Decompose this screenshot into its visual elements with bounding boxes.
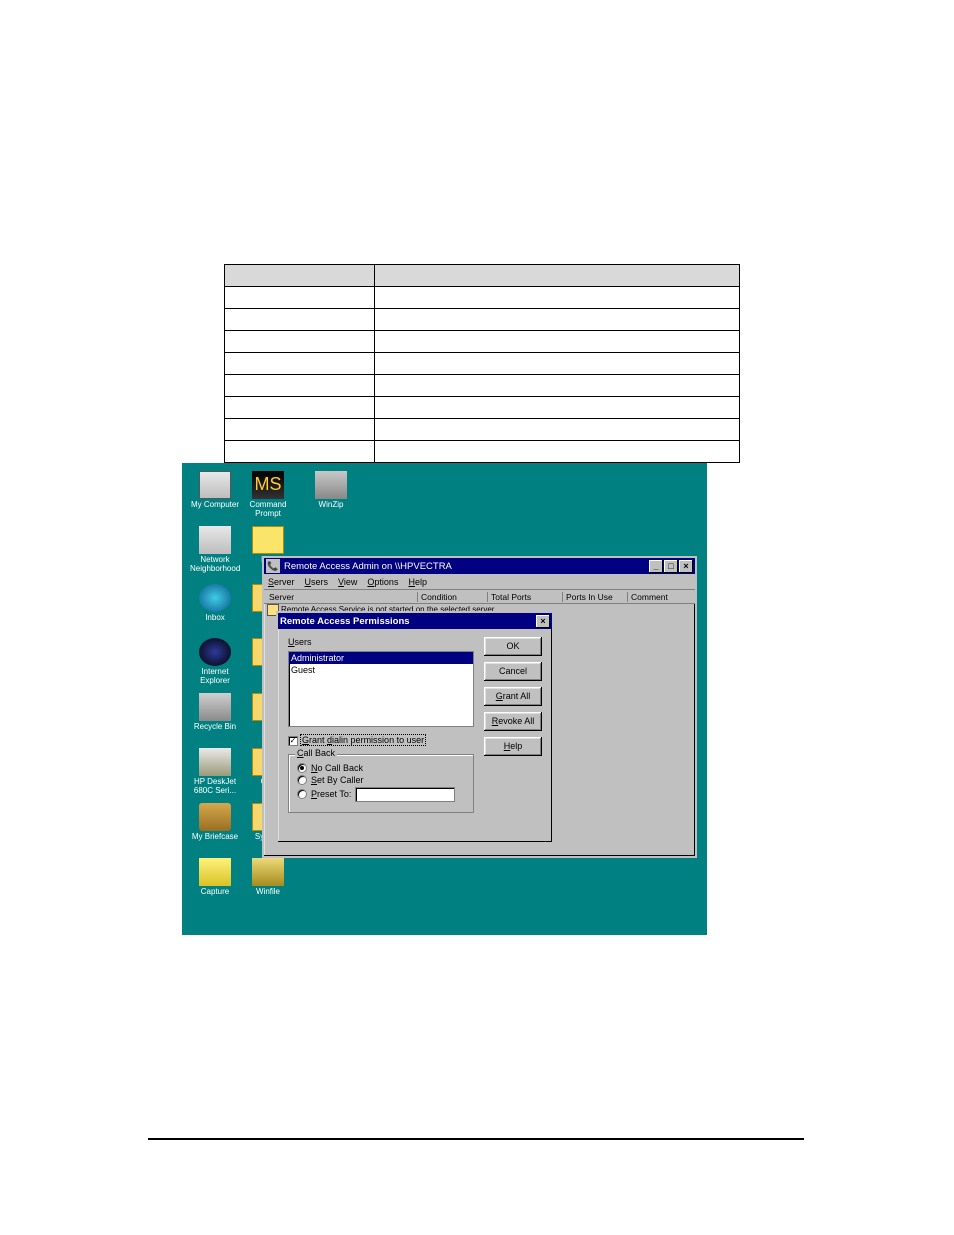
icon-label: Command Prompt <box>243 501 293 519</box>
table-row <box>225 331 740 353</box>
help-button[interactable]: Help <box>484 737 542 756</box>
hp-deskjet-icon <box>199 748 231 776</box>
cancel-button[interactable]: Cancel <box>484 662 542 681</box>
table-row <box>225 353 740 375</box>
user-item-administrator[interactable]: Administrator <box>289 652 473 664</box>
desktop-icon-my-briefcase[interactable]: My Briefcase <box>190 803 240 842</box>
preset-to-input[interactable] <box>355 787 455 802</box>
radio-set-by-caller[interactable]: Set By Caller <box>297 775 465 785</box>
icon-label: Winfile <box>243 888 293 897</box>
grant-dialin-checkbox[interactable]: ✓ <box>288 736 298 746</box>
desktop-screenshot: My Computer MS Command Prompt WinZip Network… <box>182 463 707 935</box>
table-row <box>225 287 740 309</box>
menu-bar: Server Users View Options Help <box>264 574 695 590</box>
radio-preset-to[interactable]: Preset To: <box>297 787 465 802</box>
app-icon: 📞 <box>266 559 280 573</box>
explorer-folder-icon <box>252 526 284 554</box>
desktop-icon-recycle-bin[interactable]: Recycle Bin <box>190 693 240 732</box>
icon-label: Recycle Bin <box>190 723 240 732</box>
col-comment: Comment <box>628 592 695 602</box>
dialog-title: Remote Access Permissions <box>280 616 410 627</box>
menu-options[interactable]: Options <box>367 577 398 587</box>
icon-label: Internet Explorer <box>190 668 240 686</box>
network-neighborhood-icon <box>199 526 231 554</box>
col-total-ports: Total Ports <box>488 592 563 602</box>
table-row <box>225 397 740 419</box>
icon-label: My Briefcase <box>190 833 240 842</box>
menu-help[interactable]: Help <box>408 577 427 587</box>
col-ports-in-use: Ports In Use <box>563 592 628 602</box>
my-briefcase-icon <box>199 803 231 831</box>
col-condition: Condition <box>418 592 488 602</box>
users-label: Users <box>288 637 480 647</box>
winzip-icon <box>315 471 347 499</box>
column-headers: Server Condition Total Ports Ports In Us… <box>264 590 695 604</box>
footer-separator <box>148 1138 804 1140</box>
call-back-legend: Call Back <box>295 748 337 758</box>
window-title: Remote Access Admin on \\HPVECTRA <box>284 561 452 572</box>
table-row <box>225 309 740 331</box>
table-header-a <box>225 265 375 287</box>
table-row <box>225 375 740 397</box>
close-button[interactable]: × <box>536 615 550 628</box>
icon-label: WinZip <box>306 501 356 510</box>
command-prompt-icon: MS <box>252 471 284 499</box>
table-row <box>225 441 740 463</box>
col-server: Server <box>266 592 418 602</box>
desktop-icon-capture[interactable]: Capture <box>190 858 240 897</box>
icon-label: Inbox <box>190 614 240 623</box>
menu-view[interactable]: View <box>338 577 357 587</box>
icon-label: HP DeskJet 680C Seri... <box>190 778 240 796</box>
desktop-icon-inbox[interactable]: Inbox <box>190 584 240 623</box>
grant-dialin-checkbox-row[interactable]: ✓Grant dialin permission to user <box>288 735 480 746</box>
icon-label: My Computer <box>190 501 240 510</box>
table-header-b <box>375 265 740 287</box>
desktop-icon-my-computer[interactable]: My Computer <box>190 471 240 510</box>
close-button[interactable]: × <box>679 560 693 573</box>
icon-label: Network Neighborhood <box>190 556 240 574</box>
radio-no-call-back[interactable]: No Call Back <box>297 763 465 773</box>
desktop-icon-network-neighborhood[interactable]: Network Neighborhood <box>190 526 240 574</box>
radio-icon[interactable] <box>297 789 307 799</box>
radio-icon[interactable] <box>297 763 307 773</box>
ok-button[interactable]: OK <box>484 637 542 656</box>
recycle-bin-icon <box>199 693 231 721</box>
users-listbox[interactable]: Administrator Guest <box>288 651 474 727</box>
revoke-all-button[interactable]: Revoke All <box>484 712 542 731</box>
desktop-icon-command-prompt[interactable]: MS Command Prompt <box>243 471 293 519</box>
table-row <box>225 419 740 441</box>
dialog-body: Users Administrator Guest ✓Grant dialin … <box>278 629 552 823</box>
menu-server[interactable]: Server <box>268 577 295 587</box>
table-header-row <box>225 265 740 287</box>
desktop-icon-internet-explorer[interactable]: Internet Explorer <box>190 638 240 686</box>
info-table <box>224 264 740 463</box>
desktop-icon-hp-deskjet[interactable]: HP DeskJet 680C Seri... <box>190 748 240 796</box>
desktop-icon-winfile[interactable]: Winfile <box>243 858 293 897</box>
radio-icon[interactable] <box>297 775 307 785</box>
user-item-guest[interactable]: Guest <box>289 664 473 676</box>
grant-all-button[interactable]: Grant All <box>484 687 542 706</box>
page: My Computer MS Command Prompt WinZip Network… <box>0 0 954 1235</box>
menu-users[interactable]: Users <box>305 577 329 587</box>
titlebar[interactable]: Remote Access Permissions × <box>278 613 552 629</box>
winfile-icon <box>252 858 284 886</box>
internet-explorer-icon <box>199 638 231 666</box>
capture-icon <box>199 858 231 886</box>
desktop-icon-winzip[interactable]: WinZip <box>306 471 356 510</box>
my-computer-icon <box>199 471 231 499</box>
icon-label: Capture <box>190 888 240 897</box>
minimize-button[interactable]: _ <box>649 560 663 573</box>
inbox-icon <box>199 584 231 612</box>
maximize-button[interactable]: □ <box>664 560 678 573</box>
titlebar[interactable]: 📞 Remote Access Admin on \\HPVECTRA _ □ … <box>264 558 695 574</box>
call-back-group: Call Back No Call Back Set By Caller Pre… <box>288 754 474 813</box>
remote-access-permissions-dialog[interactable]: Remote Access Permissions × Users Admini… <box>276 611 554 844</box>
